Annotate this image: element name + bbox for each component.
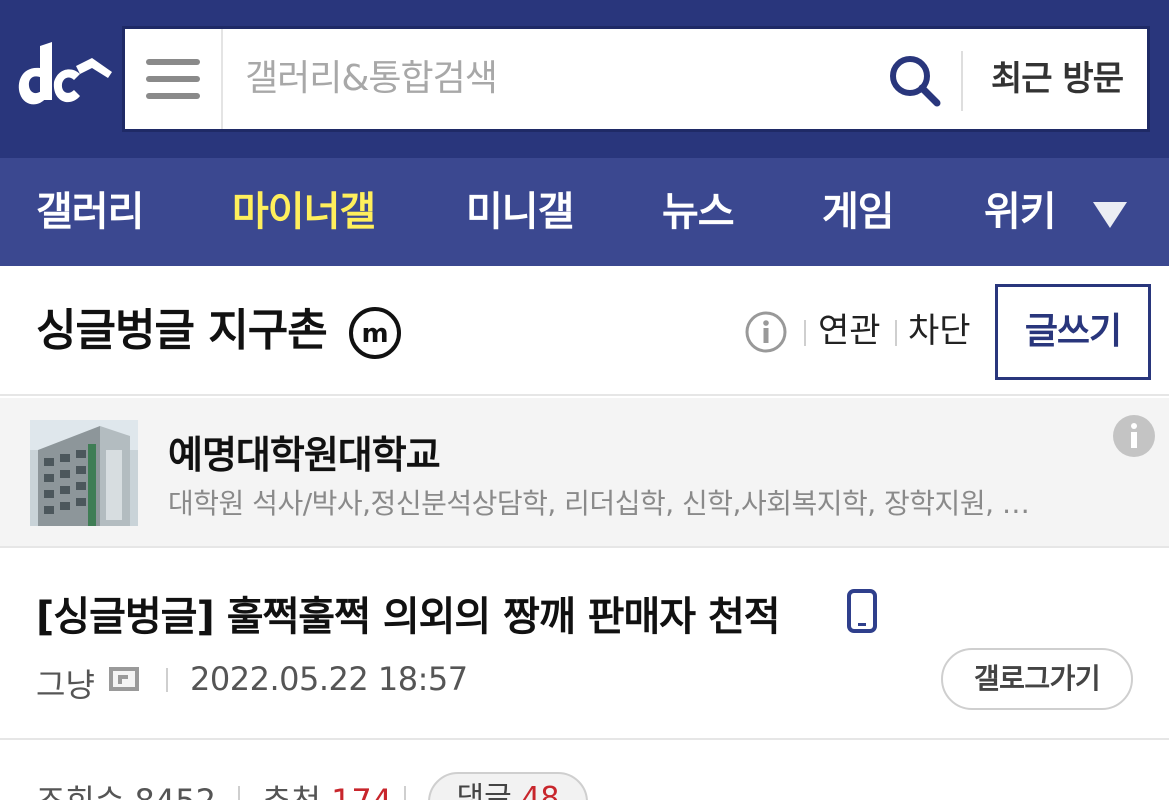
nav-item-mini-gallery[interactable]: 미니갤 (466, 158, 574, 266)
divider (166, 668, 168, 692)
recommend-label: 추천 (262, 782, 321, 800)
ad-banner[interactable]: 예명대학원대학교 대학원 석사/박사,정신분석상담학, 리더십학, 신학,사회복… (0, 398, 1169, 548)
search-icon[interactable] (887, 53, 943, 109)
nav-item-game[interactable]: 게임 (822, 158, 895, 266)
nav-item-wiki[interactable]: 위키 (984, 158, 1057, 266)
comment-button[interactable]: 댓글 48 (428, 772, 588, 800)
svg-text:m: m (361, 319, 388, 349)
search-input[interactable]: 갤러리&통합검색 (245, 29, 498, 129)
chevron-down-icon[interactable] (1090, 196, 1130, 232)
post-date: 2022.05.22 18:57 (190, 660, 468, 698)
post-author[interactable]: 그냥 (36, 660, 95, 706)
block-link[interactable]: 차단 (908, 266, 971, 396)
nav-item-minor-gallery[interactable]: 마이너갤 (232, 158, 376, 266)
info-icon[interactable] (744, 310, 788, 354)
recommend-stat: 추천 174 (262, 776, 392, 800)
nav-item-gallery[interactable]: 갤러리 (36, 158, 144, 266)
ad-info-icon[interactable] (1112, 414, 1156, 458)
views-stat: 조회수 8452 (36, 776, 216, 800)
ad-description: 대학원 석사/박사,정신분석상담학, 리더십학, 신학,사회복지학, 장학지원,… (168, 487, 1030, 520)
recent-visit-button[interactable]: 최근 방문 (977, 29, 1137, 129)
divider (804, 320, 806, 346)
ad-thumbnail-image (30, 420, 138, 526)
top-header: 갤러리&통합검색 최근 방문 (0, 0, 1169, 158)
divider (895, 320, 897, 346)
divider (238, 786, 240, 800)
views-label: 조회수 (36, 782, 124, 800)
search-divider (961, 51, 963, 111)
views-count: 8452 (135, 782, 216, 800)
gallery-title[interactable]: 싱글벙글 지구촌 (36, 266, 328, 396)
menu-line-icon (146, 76, 200, 82)
main-nav: 갤러리 마이너갤 미니갤 뉴스 게임 위키 (0, 158, 1169, 266)
ad-title: 예명대학원대학교 (168, 433, 441, 477)
fixed-nick-icon (109, 667, 139, 691)
divider (404, 786, 406, 800)
comment-label: 댓글 (456, 781, 512, 800)
recommend-count: 174 (331, 782, 392, 800)
write-post-button[interactable]: 글쓰기 (995, 284, 1151, 380)
gallery-header: 싱글벙글 지구촌 m 연관 차단 글쓰기 (0, 266, 1169, 396)
hamburger-menu-button[interactable] (125, 29, 223, 129)
mobile-device-icon (847, 589, 877, 633)
related-link[interactable]: 연관 (818, 266, 881, 396)
post-title: [싱글벙글] 훌쩍훌쩍 의외의 짱깨 판매자 천적 (36, 594, 781, 640)
comment-count: 48 (521, 781, 560, 800)
post-header: [싱글벙글] 훌쩍훌쩍 의외의 짱깨 판매자 천적 그냥 2022.05.22 … (0, 550, 1169, 740)
nav-item-news[interactable]: 뉴스 (662, 158, 735, 266)
gallog-button[interactable]: 갤로그가기 (941, 648, 1133, 710)
menu-line-icon (146, 93, 200, 99)
post-stats: 조회수 8452 추천 174 댓글 48 (0, 742, 1169, 800)
minor-gallery-badge-icon: m (349, 307, 401, 359)
menu-line-icon (146, 59, 200, 65)
search-bar: 갤러리&통합검색 최근 방문 (122, 26, 1150, 132)
dc-logo-icon[interactable] (14, 38, 114, 118)
